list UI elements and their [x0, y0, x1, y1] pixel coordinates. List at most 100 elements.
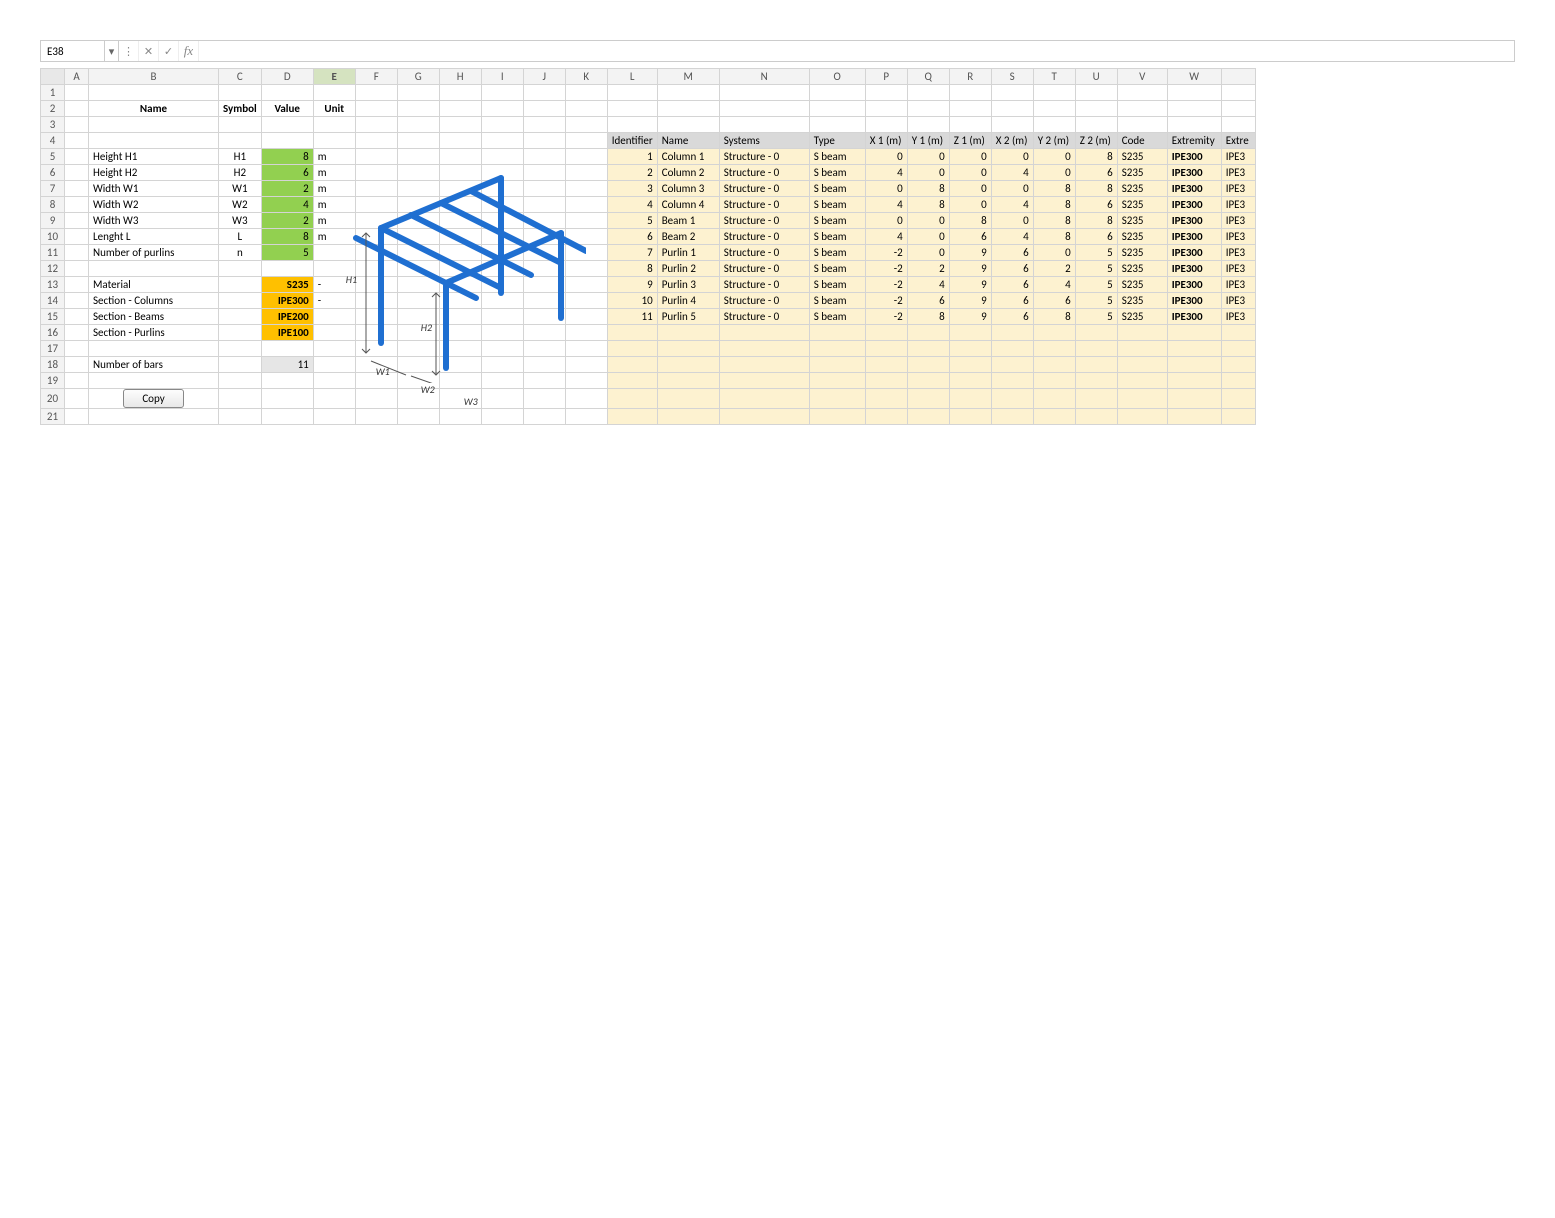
cell-C14[interactable]: [219, 293, 262, 309]
col-header-V[interactable]: V: [1117, 69, 1167, 85]
cell-N21[interactable]: [719, 409, 809, 425]
cell-M1[interactable]: [657, 85, 719, 101]
row-header-1[interactable]: 1: [41, 85, 65, 101]
cell-B21[interactable]: [89, 409, 219, 425]
col-header-G[interactable]: G: [397, 69, 439, 85]
cell-W16[interactable]: [1167, 325, 1221, 341]
cell-S7[interactable]: 0: [991, 181, 1033, 197]
cell-M20[interactable]: [657, 389, 719, 409]
cell-R18[interactable]: [949, 357, 991, 373]
cell-A7[interactable]: [65, 181, 89, 197]
cell-A2[interactable]: [65, 101, 89, 117]
cell-Q14[interactable]: 6: [907, 293, 949, 309]
cell-T20[interactable]: [1033, 389, 1075, 409]
col-header-H[interactable]: H: [439, 69, 481, 85]
cell-U16[interactable]: [1075, 325, 1117, 341]
cell-R6[interactable]: 0: [949, 165, 991, 181]
cell-R8[interactable]: 0: [949, 197, 991, 213]
cell-P14[interactable]: -2: [865, 293, 907, 309]
cell-U18[interactable]: [1075, 357, 1117, 373]
cell-R19[interactable]: [949, 373, 991, 389]
cell-W8[interactable]: IPE300: [1167, 197, 1221, 213]
cell-D17[interactable]: [261, 341, 313, 357]
cell-L4[interactable]: Identifier: [607, 133, 657, 149]
cell-T19[interactable]: [1033, 373, 1075, 389]
cell-1[interactable]: [1221, 85, 1255, 101]
cell-U5[interactable]: 8: [1075, 149, 1117, 165]
cell-U19[interactable]: [1075, 373, 1117, 389]
row-header-16[interactable]: 16: [41, 325, 65, 341]
cell-U3[interactable]: [1075, 117, 1117, 133]
cell-C13[interactable]: [219, 277, 262, 293]
cell-F20[interactable]: [355, 389, 397, 409]
cell-7[interactable]: IPE3: [1221, 181, 1255, 197]
cell-W11[interactable]: IPE300: [1167, 245, 1221, 261]
cell-V16[interactable]: [1117, 325, 1167, 341]
cell-N17[interactable]: [719, 341, 809, 357]
col-header-N[interactable]: N: [719, 69, 809, 85]
cell-M16[interactable]: [657, 325, 719, 341]
cell-K3[interactable]: [565, 117, 607, 133]
cell-P17[interactable]: [865, 341, 907, 357]
cell-A14[interactable]: [65, 293, 89, 309]
cell-I1[interactable]: [481, 85, 523, 101]
cell-N11[interactable]: Structure - 0: [719, 245, 809, 261]
cell-A10[interactable]: [65, 229, 89, 245]
row-header-10[interactable]: 10: [41, 229, 65, 245]
cell-V13[interactable]: S235: [1117, 277, 1167, 293]
cell-Q4[interactable]: Y 1 (m): [907, 133, 949, 149]
cell-P11[interactable]: -2: [865, 245, 907, 261]
cell-D12[interactable]: [261, 261, 313, 277]
cell-B4[interactable]: [89, 133, 219, 149]
cell-V11[interactable]: S235: [1117, 245, 1167, 261]
cell-S13[interactable]: 6: [991, 277, 1033, 293]
cell-R11[interactable]: 9: [949, 245, 991, 261]
cell-B10[interactable]: Lenght L: [89, 229, 219, 245]
cell-P9[interactable]: 0: [865, 213, 907, 229]
copy-button[interactable]: Copy: [123, 389, 183, 408]
cell-M7[interactable]: Column 3: [657, 181, 719, 197]
cell-C19[interactable]: [219, 373, 262, 389]
cell-M5[interactable]: Column 1: [657, 149, 719, 165]
cell-U8[interactable]: 6: [1075, 197, 1117, 213]
cell-D14[interactable]: IPE300: [261, 293, 313, 309]
row-header-21[interactable]: 21: [41, 409, 65, 425]
col-header-D[interactable]: D: [261, 69, 313, 85]
cell-D2[interactable]: Value: [261, 101, 313, 117]
cell-L19[interactable]: [607, 373, 657, 389]
cell-G3[interactable]: [397, 117, 439, 133]
cell-L10[interactable]: 6: [607, 229, 657, 245]
cell-R9[interactable]: 8: [949, 213, 991, 229]
cell-17[interactable]: [1221, 341, 1255, 357]
cell-M19[interactable]: [657, 373, 719, 389]
cell-D9[interactable]: 2: [261, 213, 313, 229]
cell-V14[interactable]: S235: [1117, 293, 1167, 309]
cell-10[interactable]: IPE3: [1221, 229, 1255, 245]
cell-N14[interactable]: Structure - 0: [719, 293, 809, 309]
cell-V4[interactable]: Code: [1117, 133, 1167, 149]
cell-D4[interactable]: [261, 133, 313, 149]
cell-E20[interactable]: [313, 389, 355, 409]
cell-P4[interactable]: X 1 (m): [865, 133, 907, 149]
cell-A13[interactable]: [65, 277, 89, 293]
cell-P8[interactable]: 4: [865, 197, 907, 213]
col-header-K[interactable]: K: [565, 69, 607, 85]
cell-D8[interactable]: 4: [261, 197, 313, 213]
cell-14[interactable]: IPE3: [1221, 293, 1255, 309]
cell-Q9[interactable]: 0: [907, 213, 949, 229]
cell-D5[interactable]: 8: [261, 149, 313, 165]
cell-15[interactable]: IPE3: [1221, 309, 1255, 325]
cell-W10[interactable]: IPE300: [1167, 229, 1221, 245]
cell-A18[interactable]: [65, 357, 89, 373]
row-header-8[interactable]: 8: [41, 197, 65, 213]
col-header-C[interactable]: C: [219, 69, 262, 85]
cell-R16[interactable]: [949, 325, 991, 341]
cell-N12[interactable]: Structure - 0: [719, 261, 809, 277]
cell-M18[interactable]: [657, 357, 719, 373]
cell-N2[interactable]: [719, 101, 809, 117]
cell-L11[interactable]: 7: [607, 245, 657, 261]
cell-A3[interactable]: [65, 117, 89, 133]
cell-P21[interactable]: [865, 409, 907, 425]
cell-N6[interactable]: Structure - 0: [719, 165, 809, 181]
name-box-dropdown[interactable]: ▾: [105, 41, 119, 61]
